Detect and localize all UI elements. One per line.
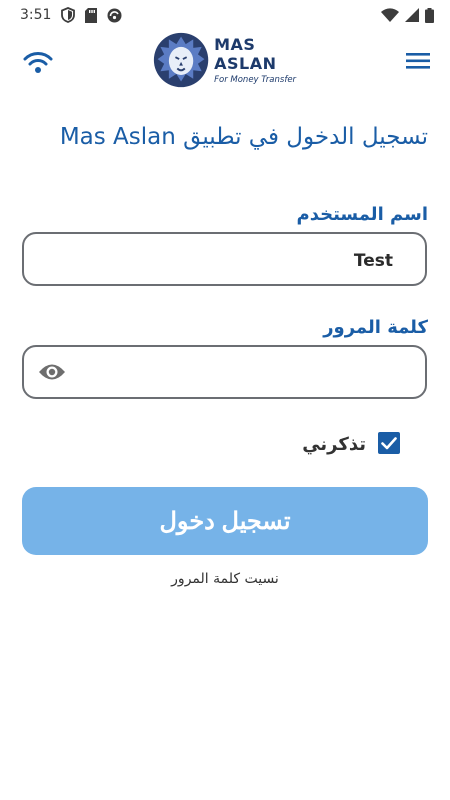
lion-logo-icon (153, 32, 209, 88)
logo-text: MAS ASLAN For Money Transfer (214, 35, 317, 85)
remember-me-checkbox[interactable] (378, 432, 400, 454)
remember-me-label: تذكرني (302, 434, 366, 455)
password-label: كلمة المرور (323, 317, 428, 338)
wifi-status-icon (381, 8, 399, 22)
status-right (381, 7, 434, 23)
shield-icon (61, 7, 76, 23)
checkmark-icon (381, 437, 397, 450)
sd-card-icon (85, 7, 98, 23)
signal-icon (405, 8, 419, 22)
username-label: اسم المستخدم (296, 204, 428, 225)
app-header: MAS ASLAN For Money Transfer (0, 30, 450, 92)
eye-icon[interactable] (38, 361, 66, 383)
status-time: 3:51 (20, 7, 52, 23)
forgot-password-link[interactable]: نسيت كلمة المرور (0, 571, 450, 587)
battery-icon (425, 7, 434, 23)
status-left: 3:51 (20, 7, 122, 23)
password-field[interactable] (22, 345, 427, 399)
username-value: Test (353, 251, 393, 271)
status-bar: 3:51 (0, 0, 450, 30)
logo-tagline: For Money Transfer (214, 75, 297, 85)
wifi-icon[interactable] (22, 50, 54, 76)
login-button[interactable]: تسجيل دخول (22, 487, 428, 555)
logo: MAS ASLAN For Money Transfer (152, 28, 317, 92)
page-title: تسجيل الدخول في تطبيق Mas Aslan (59, 124, 428, 150)
logo-name: MAS ASLAN (214, 35, 277, 73)
menu-icon[interactable] (406, 50, 430, 72)
sync-icon (107, 8, 122, 23)
username-field[interactable]: Test (22, 232, 427, 286)
